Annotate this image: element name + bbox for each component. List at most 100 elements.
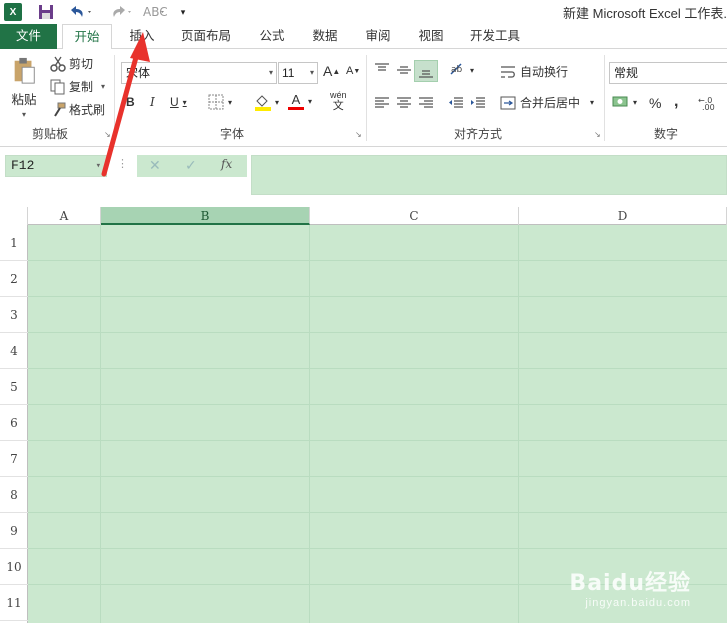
bold-button[interactable]: B — [126, 95, 135, 109]
cell-area[interactable] — [28, 225, 727, 623]
row-header[interactable]: 8 — [0, 477, 28, 513]
font-name-dropdown-icon[interactable]: ▾ — [269, 63, 273, 83]
row-header[interactable]: 2 — [0, 261, 28, 297]
row-header[interactable]: 5 — [0, 369, 28, 405]
percent-style-button[interactable]: % — [649, 95, 661, 111]
fill-color-dropdown-icon[interactable]: ▾ — [275, 98, 279, 107]
scissors-icon — [50, 56, 66, 72]
name-box[interactable]: F12 ▾ — [5, 155, 107, 177]
wrap-text-label: 自动换行 — [520, 65, 569, 79]
align-top-button[interactable] — [374, 62, 390, 78]
phonetic-guide-button[interactable]: wén 文 — [330, 90, 347, 112]
clipboard-launcher-icon[interactable]: ↘ — [104, 131, 112, 139]
tab-home[interactable]: 开始 — [62, 24, 112, 50]
row-header[interactable]: 10 — [0, 549, 28, 585]
row-header[interactable]: 6 — [0, 405, 28, 441]
tab-file[interactable]: 文件 — [0, 24, 57, 49]
excel-logo-letter: X — [9, 6, 17, 18]
align-center-button[interactable] — [396, 95, 412, 111]
align-right-button[interactable] — [418, 95, 434, 111]
underline-dropdown-icon[interactable]: ▾ — [183, 98, 187, 107]
orientation-button[interactable]: ab ▾ — [449, 62, 474, 78]
column-header-b[interactable]: B — [101, 207, 310, 225]
cut-button[interactable]: 剪切 — [50, 55, 93, 72]
column-header-a[interactable]: A — [28, 207, 101, 225]
tab-page-layout[interactable]: 页面布局 — [170, 24, 242, 49]
copy-dropdown-icon[interactable]: ▾ — [101, 82, 105, 91]
merge-center-button[interactable]: 合并后居中 ▾ — [500, 94, 594, 111]
align-middle-button[interactable] — [396, 62, 412, 78]
align-left-button[interactable] — [374, 95, 390, 111]
align-bottom-button[interactable] — [414, 60, 438, 82]
formula-bar-grip-icon[interactable]: ⋮ — [117, 157, 128, 170]
redo-button[interactable] — [106, 2, 136, 22]
wrap-text-icon — [501, 65, 515, 78]
format-painter-button[interactable]: 格式刷 — [50, 101, 105, 118]
wrap-text-button[interactable]: 自动换行 — [500, 63, 568, 80]
paste-button[interactable]: 粘贴 ▾ — [6, 55, 42, 119]
borders-button[interactable]: ▾ — [208, 94, 232, 110]
column-header-c[interactable]: C — [310, 207, 519, 225]
formula-input[interactable] — [251, 155, 727, 195]
window-title: 新建 Microsoft Excel 工作表. — [563, 6, 727, 21]
comma-style-button[interactable]: , — [674, 93, 678, 111]
font-name-select[interactable]: 宋体 ▾ — [121, 62, 277, 84]
row-header[interactable]: 1 — [0, 225, 28, 261]
title-bar: X ABC ▾ 新建 Microsoft Excel 工作表. — [0, 0, 727, 24]
increase-indent-button[interactable] — [470, 95, 486, 111]
italic-button[interactable]: I — [150, 95, 155, 109]
undo-button[interactable] — [66, 2, 96, 22]
row-header[interactable]: 3 — [0, 297, 28, 333]
ribbon: 粘贴 ▾ 剪切 复制 ▾ 格式刷 剪贴板 ↘ 宋体 ▾ 11 ▾ A ▲ A ▼ B I… — [0, 49, 727, 147]
accounting-format-button[interactable]: ▾ — [612, 94, 637, 110]
font-name-value: 宋体 — [126, 66, 151, 80]
paste-label: 粘贴 — [11, 93, 37, 107]
tab-review[interactable]: 审阅 — [358, 24, 398, 49]
customize-toolbar-icon[interactable]: ▾ — [176, 2, 190, 22]
tab-formulas[interactable]: 公式 — [252, 24, 292, 49]
decrease-font-size-button[interactable]: A ▼ — [346, 65, 360, 77]
column-header-d[interactable]: D — [519, 207, 727, 225]
borders-dropdown-icon[interactable]: ▾ — [228, 98, 232, 107]
row-header[interactable]: 7 — [0, 441, 28, 477]
decrease-indent-button[interactable] — [448, 95, 464, 111]
cut-label: 剪切 — [69, 57, 94, 71]
align-left-icon — [375, 97, 389, 108]
font-color-button[interactable]: A ▾ — [288, 93, 312, 110]
row-header[interactable]: 4 — [0, 333, 28, 369]
copy-button[interactable]: 复制 ▾ — [50, 78, 105, 95]
formula-bar: F12 ▾ ⋮ ✕ ✓ fx — [0, 147, 727, 207]
format-painter-label: 格式刷 — [69, 103, 106, 117]
paste-dropdown-icon[interactable]: ▾ — [22, 110, 26, 119]
select-all-corner[interactable] — [0, 207, 28, 225]
increase-decimal-button[interactable]: ←.0.00 — [698, 95, 722, 111]
number-format-select[interactable]: 常规 — [609, 62, 727, 84]
accounting-dropdown-icon[interactable]: ▾ — [633, 98, 637, 107]
orientation-dropdown-icon[interactable]: ▾ — [470, 66, 474, 75]
tab-view[interactable]: 视图 — [411, 24, 451, 49]
shrink-font-icon: A — [346, 65, 354, 77]
font-size-select[interactable]: 11 ▾ — [278, 62, 318, 84]
increase-font-size-button[interactable]: A ▲ — [323, 63, 340, 79]
cancel-icon[interactable]: ✕ — [149, 157, 161, 174]
font-launcher-icon[interactable]: ↘ — [355, 131, 363, 139]
alignment-launcher-icon[interactable]: ↘ — [594, 131, 602, 139]
watermark-url: jingyan.baidu.com — [585, 597, 691, 609]
merge-center-dropdown-icon[interactable]: ▾ — [590, 98, 594, 107]
enter-icon[interactable]: ✓ — [185, 157, 197, 174]
save-button[interactable] — [36, 2, 56, 22]
row-header[interactable]: 9 — [0, 513, 28, 549]
tab-data[interactable]: 数据 — [305, 24, 345, 49]
copy-label: 复制 — [69, 80, 94, 94]
underline-button[interactable]: U ▾ — [170, 95, 187, 109]
font-color-dropdown-icon[interactable]: ▾ — [308, 97, 312, 106]
spelling-check-button[interactable]: ABC — [140, 2, 168, 22]
tab-insert[interactable]: 插入 — [120, 24, 164, 49]
fill-color-button[interactable]: ▾ — [254, 93, 279, 111]
name-box-dropdown-icon[interactable]: ▾ — [96, 156, 101, 176]
tab-developer[interactable]: 开发工具 — [462, 24, 528, 49]
row-header[interactable]: 11 — [0, 585, 28, 621]
font-size-dropdown-icon[interactable]: ▾ — [310, 63, 314, 83]
insert-function-icon[interactable]: fx — [221, 157, 232, 171]
svg-text:ab: ab — [451, 65, 463, 75]
